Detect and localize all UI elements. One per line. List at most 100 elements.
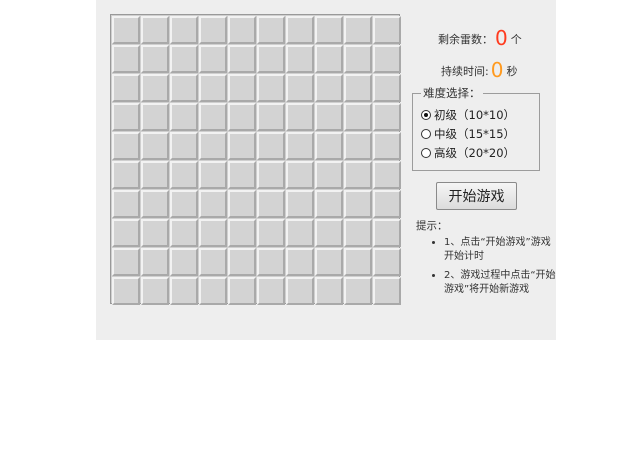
mine-cell[interactable] [228,190,256,218]
mine-cell[interactable] [112,161,140,189]
mine-cell[interactable] [141,132,169,160]
mine-cell[interactable] [315,190,343,218]
mine-cell[interactable] [373,132,401,160]
mine-cell[interactable] [141,219,169,247]
mine-cell[interactable] [199,219,227,247]
mine-cell[interactable] [286,277,314,305]
mine-cell[interactable] [257,161,285,189]
mine-cell[interactable] [199,16,227,44]
mine-cell[interactable] [199,74,227,102]
mine-cell[interactable] [315,248,343,276]
mine-cell[interactable] [257,103,285,131]
mine-cell[interactable] [315,161,343,189]
mine-cell[interactable] [373,45,401,73]
mine-cell[interactable] [344,132,372,160]
mine-cell[interactable] [170,16,198,44]
mine-cell[interactable] [257,45,285,73]
mine-cell[interactable] [199,132,227,160]
difficulty-option-easy[interactable]: 初级（10*10） [421,105,531,124]
mine-cell[interactable] [199,190,227,218]
mine-cell[interactable] [373,161,401,189]
mine-cell[interactable] [228,103,256,131]
mine-cell[interactable] [344,161,372,189]
mine-cell[interactable] [228,74,256,102]
mine-cell[interactable] [141,277,169,305]
mine-cell[interactable] [112,45,140,73]
mine-cell[interactable] [199,248,227,276]
mine-cell[interactable] [315,103,343,131]
mine-cell[interactable] [199,161,227,189]
mine-cell[interactable] [257,74,285,102]
mine-cell[interactable] [228,132,256,160]
mine-cell[interactable] [373,16,401,44]
mine-cell[interactable] [373,74,401,102]
mine-cell[interactable] [286,190,314,218]
mine-cell[interactable] [170,161,198,189]
mine-cell[interactable] [286,161,314,189]
mine-cell[interactable] [315,74,343,102]
mine-cell[interactable] [257,219,285,247]
mine-cell[interactable] [257,277,285,305]
difficulty-option-hard[interactable]: 高级（20*20） [421,143,531,162]
mine-cell[interactable] [112,16,140,44]
mine-cell[interactable] [286,103,314,131]
mine-cell[interactable] [112,248,140,276]
mine-cell[interactable] [257,132,285,160]
mine-cell[interactable] [112,74,140,102]
mine-cell[interactable] [286,132,314,160]
radio-button[interactable] [421,109,431,120]
mine-cell[interactable] [228,161,256,189]
mine-cell[interactable] [170,45,198,73]
mine-cell[interactable] [257,190,285,218]
mine-cell[interactable] [199,277,227,305]
mine-cell[interactable] [141,190,169,218]
mine-cell[interactable] [315,277,343,305]
mine-cell[interactable] [141,16,169,44]
mine-cell[interactable] [373,248,401,276]
mine-cell[interactable] [286,45,314,73]
mine-cell[interactable] [199,103,227,131]
mine-cell[interactable] [373,190,401,218]
mine-cell[interactable] [315,16,343,44]
mine-cell[interactable] [344,277,372,305]
difficulty-option-medium[interactable]: 中级（15*15） [421,124,531,143]
mine-cell[interactable] [373,219,401,247]
mine-cell[interactable] [286,248,314,276]
mine-cell[interactable] [257,16,285,44]
mine-cell[interactable] [286,16,314,44]
mine-cell[interactable] [315,132,343,160]
mine-cell[interactable] [112,219,140,247]
mine-cell[interactable] [141,74,169,102]
mine-cell[interactable] [257,248,285,276]
mine-cell[interactable] [286,219,314,247]
mine-cell[interactable] [228,16,256,44]
start-game-button[interactable]: 开始游戏 [436,182,517,210]
mine-cell[interactable] [228,248,256,276]
mine-cell[interactable] [344,219,372,247]
mine-cell[interactable] [315,45,343,73]
mine-cell[interactable] [286,74,314,102]
radio-button[interactable] [421,128,431,139]
mine-cell[interactable] [141,248,169,276]
mine-cell[interactable] [373,103,401,131]
mine-cell[interactable] [112,190,140,218]
mine-cell[interactable] [112,277,140,305]
mine-cell[interactable] [170,132,198,160]
radio-button[interactable] [421,147,431,158]
mine-cell[interactable] [344,45,372,73]
mine-cell[interactable] [344,103,372,131]
mine-cell[interactable] [170,190,198,218]
mine-cell[interactable] [315,219,343,247]
mine-cell[interactable] [112,103,140,131]
mine-cell[interactable] [170,74,198,102]
mine-cell[interactable] [112,132,140,160]
mine-cell[interactable] [228,219,256,247]
mine-cell[interactable] [170,277,198,305]
mine-cell[interactable] [141,45,169,73]
mine-cell[interactable] [141,103,169,131]
mine-cell[interactable] [344,74,372,102]
mine-cell[interactable] [228,277,256,305]
mine-cell[interactable] [344,248,372,276]
mine-cell[interactable] [344,190,372,218]
mine-cell[interactable] [170,219,198,247]
